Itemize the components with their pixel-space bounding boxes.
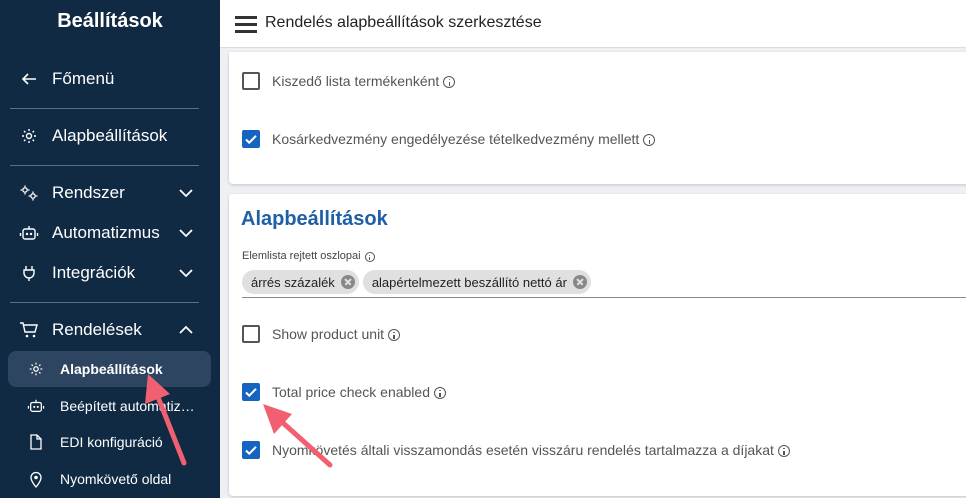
sidebar-item-rendszer[interactable]: Rendszer [0,176,220,210]
gear-icon [27,360,45,378]
option-label: Kosárkedvezmény engedélyezése tételkedve… [272,131,640,147]
hidden-columns-label: Elemlista rejtett oszlopai [242,250,375,262]
chip-alapertelmezett-beszallito: alapértelmezett beszállító nettó ár [362,270,591,294]
sidebar-subitem-label: Beépített automatizmusok [60,398,200,414]
robot-icon [19,223,39,243]
file-icon [27,433,45,451]
option-label: Show product unit [272,326,385,342]
chevron-down-icon [179,189,193,198]
info-icon[interactable] [777,445,790,457]
sidebar-item-label: Alapbeállítások [52,126,168,145]
sidebar-title: Beállítások [57,10,163,32]
sidebar-item-label: Rendelések [52,320,142,339]
chip-remove-icon[interactable] [340,275,355,289]
kiszedo-lista-checkbox[interactable] [242,72,260,90]
option-row: Nyomkövetés általi visszamondás esetén v… [242,438,790,462]
top-header: Rendelés alapbeállítások szerkesztése [220,0,966,48]
chevron-down-icon [179,269,193,278]
sidebar-item-automatizmus[interactable]: Automatizmus [0,216,220,250]
option-label: Nyomkövetés általi visszamondás esetén v… [272,442,774,458]
sidebar-divider [10,302,199,303]
chip-arres-szazalek: árrés százalék [242,270,359,294]
sidebar-item-label: Integrációk [52,263,136,282]
sidebar-item-integraciok[interactable]: Integrációk [0,256,220,290]
alapbeallitasok-card: Alapbeállítások Elemlista rejtett oszlop… [229,194,966,496]
sidebar-divider [10,165,199,166]
hidden-columns-select[interactable]: árrés százalék alapértelmezett beszállít… [242,270,966,298]
info-icon[interactable] [434,387,446,399]
gears-icon [19,183,39,203]
checkmark-icon [245,388,257,398]
sidebar-item-alapbeallitasok[interactable]: Alapbeállítások [0,119,220,153]
chevron-up-icon [179,325,193,334]
info-icon[interactable] [643,134,656,146]
sidebar-item-label: Rendszer [52,183,125,202]
arrow-left-icon [19,69,39,89]
total-price-check-checkbox[interactable] [242,383,260,401]
sidebar-subitem-label: Alapbeállítások [60,361,163,377]
sidebar-item-rendelesek[interactable]: Rendelések [0,313,220,347]
nyomkovetes-visszamondas-checkbox[interactable] [242,441,260,459]
sidebar-item-fomenu[interactable]: Főmenü [0,62,220,96]
chevron-down-icon [179,229,193,238]
checkmark-icon [245,446,257,456]
cart-icon [19,320,39,340]
info-icon[interactable] [443,76,456,88]
info-icon[interactable] [364,252,375,262]
section-title: Alapbeállítások [241,208,388,230]
info-icon[interactable] [388,329,401,341]
chip-remove-icon[interactable] [572,275,587,289]
sidebar-item-label: Főmenü [52,69,115,88]
sidebar: Beállítások Főmenü Alapbeállítások Rends… [0,0,220,498]
sidebar-subitem-label: EDI konfiguráció [60,434,163,450]
chip-label: alapértelmezett beszállító nettó ár [371,274,567,290]
checkmark-icon [245,135,257,145]
sidebar-subitem-beepitett-automatizmusok[interactable]: Beépített automatizmusok [8,388,211,424]
settings-card-top: Kiszedő lista termékenként Kosárkedvezmé… [229,52,966,184]
option-row: Kosárkedvezmény engedélyezése tételkedve… [242,127,656,151]
sidebar-subitem-nyomkoveto-oldal[interactable]: Nyomkövető oldal [8,461,211,497]
option-label: Total price check enabled [272,384,430,400]
kosarkedvezmeny-checkbox[interactable] [242,130,260,148]
hamburger-menu-icon[interactable] [235,13,257,35]
sidebar-item-label: Automatizmus [52,223,160,242]
option-row: Kiszedő lista termékenként [242,69,456,93]
chip-label: árrés százalék [251,274,335,290]
show-product-unit-checkbox[interactable] [242,325,260,343]
option-row: Total price check enabled [242,380,446,404]
location-pin-icon [27,470,45,488]
sidebar-subitem-alapbeallitasok[interactable]: Alapbeállítások [8,351,211,387]
option-label: Kiszedő lista termékenként [272,73,440,89]
robot-icon [27,397,45,415]
page-title: Rendelés alapbeállítások szerkesztése [265,14,542,31]
sidebar-divider [10,108,199,109]
plug-icon [19,263,39,283]
hidden-columns-label-text: Elemlista rejtett oszlopai [242,250,361,262]
sidebar-subitem-label: Nyomkövető oldal [60,471,172,487]
option-row: Show product unit [242,322,401,346]
sidebar-subitem-edi-konfiguracio[interactable]: EDI konfiguráció [8,424,211,460]
gear-icon [19,126,39,146]
